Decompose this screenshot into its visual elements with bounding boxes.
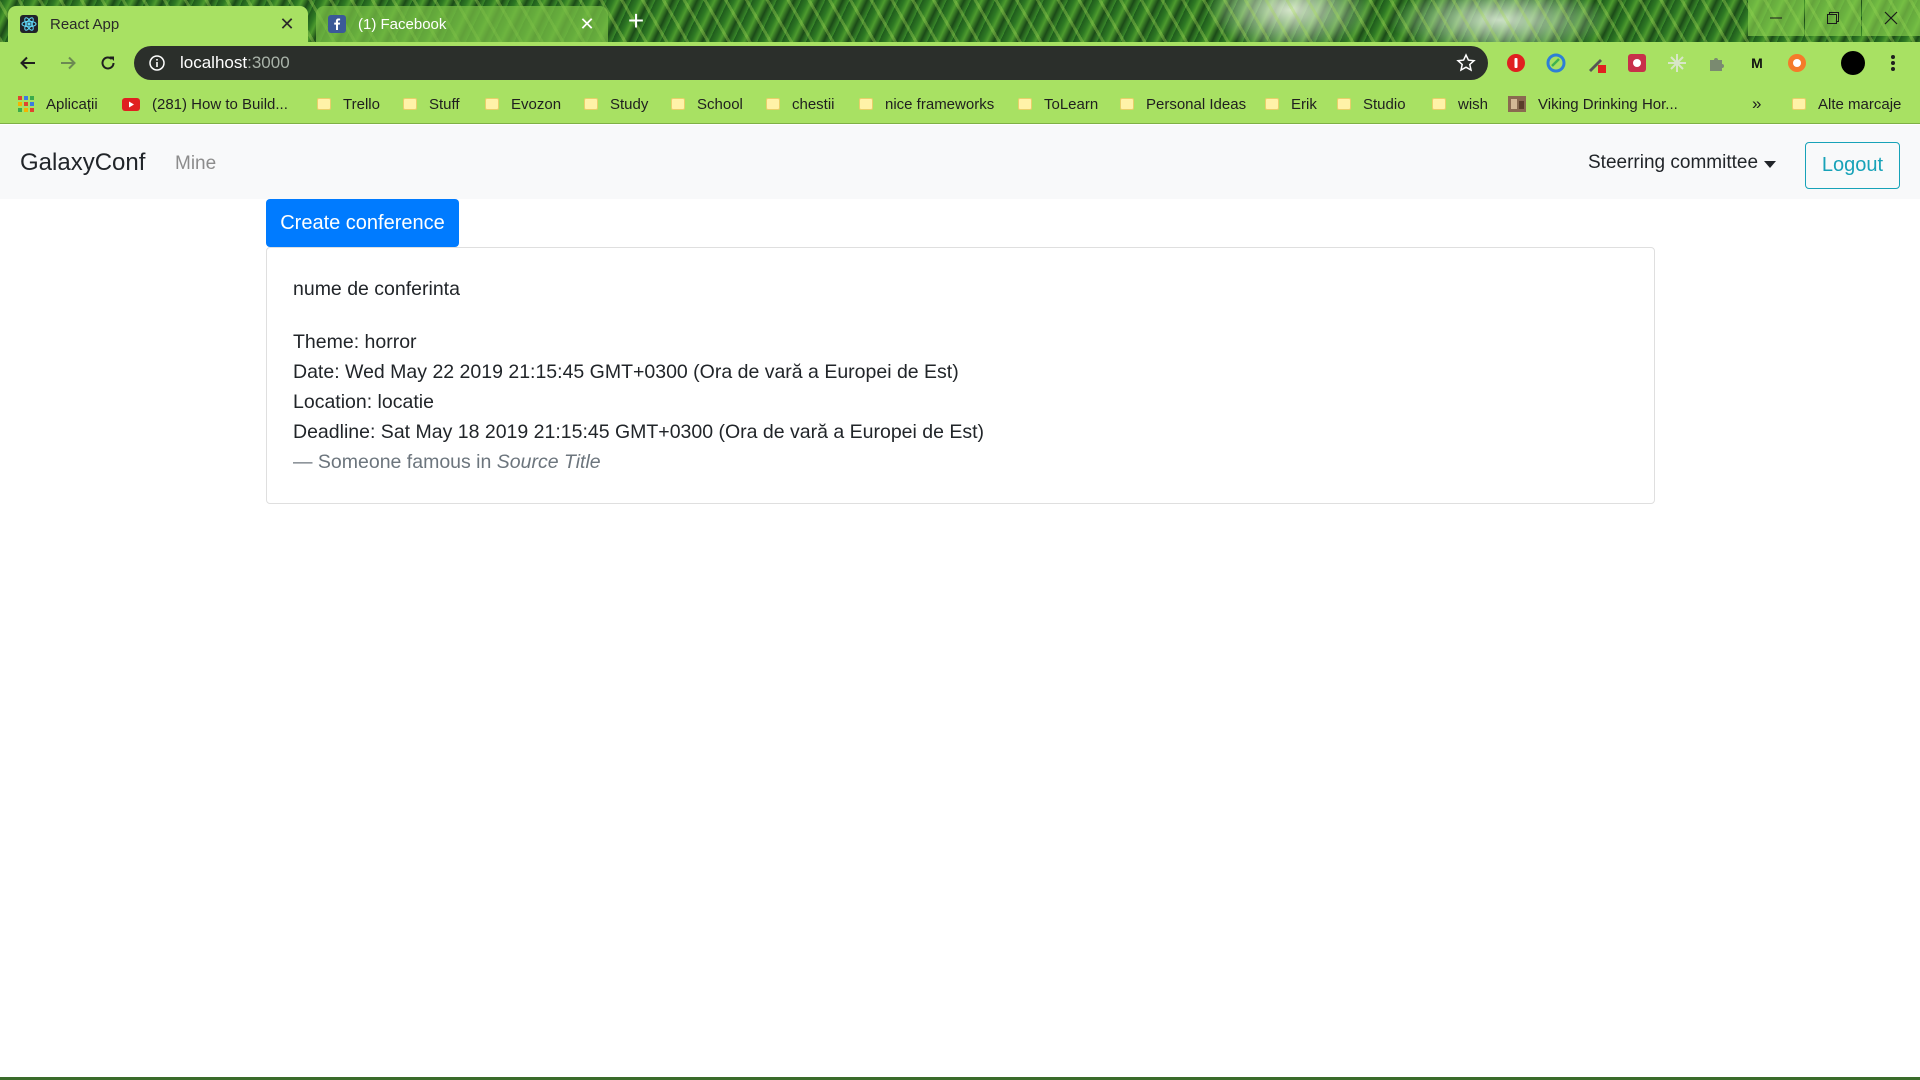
conference-date: Date: Wed May 22 2019 21:15:45 GMT+0300 … bbox=[293, 361, 959, 383]
conference-deadline: Deadline: Sat May 18 2019 21:15:45 GMT+0… bbox=[293, 421, 985, 443]
close-tab-icon[interactable]: ✕ bbox=[278, 15, 296, 33]
adblock-icon[interactable] bbox=[1505, 52, 1527, 74]
folder-icon bbox=[1018, 98, 1032, 110]
app-navbar: GalaxyConf Mine Steerring committee Logo… bbox=[0, 125, 1920, 199]
restore-icon[interactable] bbox=[1805, 0, 1861, 36]
bookmark-other[interactable]: Alte marcaje bbox=[1792, 84, 1901, 124]
puzzle-icon[interactable] bbox=[1706, 52, 1728, 74]
url-text: localhost:3000 bbox=[180, 53, 290, 73]
bookmark-trello[interactable]: Trello bbox=[317, 84, 380, 124]
bookmark-label: Study bbox=[610, 95, 649, 113]
bookmark-label: chestii bbox=[792, 95, 835, 113]
bookmark-label: Stuff bbox=[429, 95, 460, 113]
bookmark-viking[interactable]: Viking Drinking Hor... bbox=[1508, 84, 1678, 124]
new-tab-button[interactable]: + bbox=[620, 7, 652, 36]
bookmark-erik[interactable]: Erik bbox=[1265, 84, 1317, 124]
bookmark-star-icon[interactable] bbox=[1456, 53, 1476, 78]
bookmark-tolearn[interactable]: ToLearn bbox=[1018, 84, 1098, 124]
bookmark-wish[interactable]: wish bbox=[1432, 84, 1488, 124]
folder-icon bbox=[584, 98, 598, 110]
react-icon bbox=[20, 15, 38, 33]
bookmark-label: ToLearn bbox=[1044, 95, 1099, 113]
youtube-icon bbox=[122, 97, 140, 111]
apps-grid-icon bbox=[18, 96, 34, 112]
pen-icon[interactable] bbox=[1586, 52, 1608, 74]
role-dropdown[interactable]: Steerring committee bbox=[1588, 152, 1777, 174]
forward-arrow-icon[interactable] bbox=[48, 43, 88, 83]
folder-icon bbox=[859, 98, 873, 110]
brand-logo[interactable]: GalaxyConf bbox=[20, 149, 145, 177]
folder-icon bbox=[1120, 98, 1134, 110]
address-bar[interactable]: localhost:3000 bbox=[134, 46, 1488, 80]
bookmark-label: (281) How to Build... bbox=[152, 95, 288, 113]
bookmark-stuff[interactable]: Stuff bbox=[403, 84, 460, 124]
create-conference-button[interactable]: Create conference bbox=[266, 199, 459, 247]
bookmark-label: Evozon bbox=[511, 95, 562, 113]
tab-title: React App bbox=[50, 15, 120, 33]
bookmark-label: Personal Ideas bbox=[1146, 95, 1247, 113]
close-tab-icon[interactable]: ✕ bbox=[578, 15, 596, 33]
bookmark-studio[interactable]: Studio bbox=[1337, 84, 1406, 124]
bookmark-label: wish bbox=[1458, 95, 1489, 113]
caret-down-icon bbox=[1764, 160, 1777, 168]
folder-icon bbox=[403, 98, 417, 110]
bookmark-personal-ideas[interactable]: Personal Ideas bbox=[1120, 84, 1246, 124]
conference-location: Location: locatie bbox=[293, 391, 434, 413]
minimize-icon[interactable] bbox=[1748, 0, 1804, 36]
bookmark-study[interactable]: Study bbox=[584, 84, 648, 124]
folder-icon bbox=[317, 98, 331, 110]
orange-circle-icon[interactable] bbox=[1786, 52, 1808, 74]
bookmark-apps[interactable]: Aplicații bbox=[18, 84, 98, 124]
folder-icon bbox=[671, 98, 685, 110]
conference-name: nume de conferinta bbox=[293, 278, 460, 300]
conference-theme: Theme: horror bbox=[293, 331, 417, 353]
logout-button[interactable]: Logout bbox=[1805, 142, 1900, 189]
bookmark-label: Aplicații bbox=[46, 95, 98, 113]
folder-icon bbox=[1265, 98, 1279, 110]
bookmark-label: Studio bbox=[1363, 95, 1406, 113]
image-icon bbox=[1508, 96, 1526, 112]
bookmark-youtube[interactable]: (281) How to Build... bbox=[122, 84, 288, 124]
blockquote-footer: — Someone famous in Source Title bbox=[293, 447, 1628, 477]
bookmark-label: Trello bbox=[343, 95, 380, 113]
folder-icon bbox=[1792, 98, 1806, 110]
m-icon[interactable]: M bbox=[1746, 52, 1768, 74]
dropdown-label: Steerring committee bbox=[1588, 152, 1759, 173]
game-icon[interactable] bbox=[1626, 52, 1648, 74]
sparkle-icon[interactable] bbox=[1666, 52, 1688, 74]
bookmark-label: School bbox=[697, 95, 743, 113]
bookmarks-overflow-chevron-icon[interactable]: » bbox=[1752, 84, 1761, 124]
footer-source-title: Source Title bbox=[496, 451, 601, 473]
site-info-icon[interactable] bbox=[148, 54, 166, 72]
bookmark-chestii[interactable]: chestii bbox=[766, 84, 835, 124]
conference-card: nume de conferinta Theme: horror Date: W… bbox=[266, 247, 1655, 504]
nav-link-mine[interactable]: Mine bbox=[175, 153, 216, 175]
bookmark-label: Erik bbox=[1291, 95, 1317, 113]
url-port: :3000 bbox=[247, 53, 290, 72]
menu-kebab-icon[interactable] bbox=[1882, 52, 1904, 74]
bookmark-nice-frameworks[interactable]: nice frameworks bbox=[859, 84, 994, 124]
bookmark-label: nice frameworks bbox=[885, 95, 995, 113]
tab-react-app[interactable]: React App ✕ bbox=[8, 6, 308, 42]
reload-icon[interactable] bbox=[88, 43, 128, 83]
bookmark-evozon[interactable]: Evozon bbox=[485, 84, 561, 124]
bookmark-label: Viking Drinking Hor... bbox=[1538, 95, 1678, 113]
folder-icon bbox=[1432, 98, 1446, 110]
tab-facebook[interactable]: (1) Facebook ✕ bbox=[316, 6, 608, 42]
back-arrow-icon[interactable] bbox=[8, 43, 48, 83]
profile-avatar[interactable] bbox=[1840, 50, 1866, 76]
bookmark-label: Alte marcaje bbox=[1818, 95, 1902, 113]
folder-icon bbox=[485, 98, 499, 110]
footer-prefix: — Someone famous in bbox=[293, 451, 497, 473]
sync-icon[interactable] bbox=[1545, 52, 1567, 74]
folder-icon bbox=[766, 98, 780, 110]
tab-title: (1) Facebook bbox=[358, 15, 447, 33]
url-host: localhost bbox=[180, 53, 248, 72]
facebook-icon bbox=[328, 15, 346, 33]
bookmarks-bar: Aplicații (281) How to Build... Trello S… bbox=[0, 84, 1920, 124]
close-window-icon[interactable] bbox=[1862, 0, 1920, 36]
bookmark-school[interactable]: School bbox=[671, 84, 743, 124]
folder-icon bbox=[1337, 98, 1351, 110]
